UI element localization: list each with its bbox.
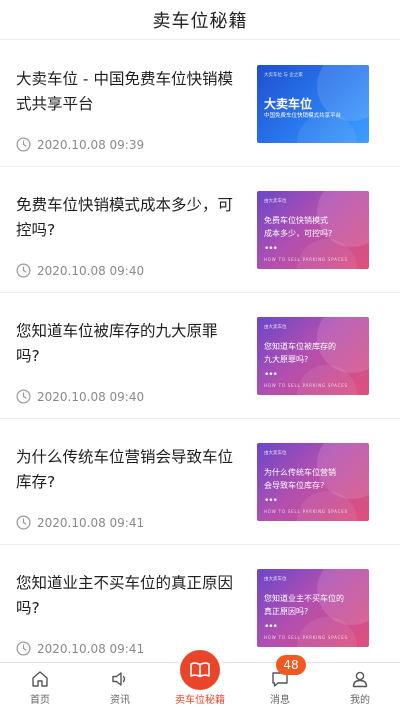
tab-home[interactable]: 首页 xyxy=(0,663,80,710)
app-header: 卖车位秘籍 xyxy=(0,0,400,40)
thumbnail-line-1: 为什么传统车位营销 xyxy=(264,468,336,477)
thumbnail-brand: 大卖车位 与 企之家 xyxy=(264,73,303,78)
article-item[interactable]: 您知道业主不买车位的真正原因吗? 2020.10.08 09:41 由大卖车位 … xyxy=(0,545,400,662)
clock-icon xyxy=(16,515,31,530)
article-title[interactable]: 为什么传统车位营销会导致车位库存? xyxy=(16,445,238,495)
article-list[interactable]: 大卖车位 - 中国免费车位快销模式共享平台 2020.10.08 09:39 大… xyxy=(0,41,400,662)
article-meta: 2020.10.08 09:41 xyxy=(16,515,144,530)
article-meta: 2020.10.08 09:40 xyxy=(16,389,144,404)
thumbnail-line-1: 免费车位快销模式 xyxy=(264,216,328,225)
bottom-tab-bar: 首页 资讯 卖车位秘籍 48 消息 我的 xyxy=(0,650,400,710)
article-title[interactable]: 免费车位快销模式成本多少，可控吗? xyxy=(16,193,238,243)
center-tab-button[interactable] xyxy=(180,650,220,690)
speaker-icon xyxy=(112,672,126,686)
article-thumbnail[interactable]: 由大卖车位 您知道车位被库存的 九大原罪吗? ••• HOW TO SELL P… xyxy=(257,317,369,395)
article-date: 2020.10.08 09:40 xyxy=(37,263,145,278)
tab-label: 卖车位秘籍 xyxy=(175,695,225,706)
thumbnail-line-2: 成本多少，可控吗? xyxy=(264,229,333,238)
home-icon xyxy=(32,671,48,687)
article-thumbnail[interactable]: 大卖车位 与 企之家 大卖车位 中国免费车位快销模式共享平台 xyxy=(257,65,369,143)
article-title[interactable]: 您知道车位被库存的九大原罪吗? xyxy=(16,319,238,369)
thumbnail-line-2: 真正原因吗? xyxy=(264,607,309,616)
thumbnail-dots: ••• xyxy=(264,496,278,506)
tab-profile[interactable]: 我的 xyxy=(320,663,400,710)
article-date: 2020.10.08 09:40 xyxy=(37,389,145,404)
clock-icon xyxy=(16,263,31,278)
tab-selling-guide[interactable]: 卖车位秘籍 xyxy=(160,650,240,710)
article-date: 2020.10.08 09:41 xyxy=(37,641,145,656)
article-thumbnail[interactable]: 由大卖车位 您知道业主不买车位的 真正原因吗? ••• HOW TO SELL … xyxy=(257,569,369,647)
thumbnail-brand: 由大卖车位 xyxy=(264,577,287,582)
book-icon xyxy=(190,662,210,678)
thumbnail-footer: HOW TO SELL PARKING SPACES xyxy=(264,257,348,262)
thumbnail-brand: 由大卖车位 xyxy=(264,451,287,456)
article-date: 2020.10.08 09:41 xyxy=(37,515,145,530)
article-item[interactable]: 您知道车位被库存的九大原罪吗? 2020.10.08 09:40 由大卖车位 您… xyxy=(0,293,400,419)
article-item[interactable]: 为什么传统车位营销会导致车位库存? 2020.10.08 09:41 由大卖车位… xyxy=(0,419,400,545)
thumbnail-footer: HOW TO SELL PARKING SPACES xyxy=(264,383,348,388)
tab-label: 消息 xyxy=(270,695,290,706)
article-date: 2020.10.08 09:39 xyxy=(37,137,145,152)
thumbnail-subtitle: 中国免费车位快销模式共享平台 xyxy=(264,113,342,119)
article-thumbnail[interactable]: 由大卖车位 为什么传统车位营销 会导致车位库存? ••• HOW TO SELL… xyxy=(257,443,369,521)
tab-label: 资讯 xyxy=(110,695,130,706)
article-thumbnail[interactable]: 由大卖车位 免费车位快销模式 成本多少，可控吗? ••• HOW TO SELL… xyxy=(257,191,369,269)
thumbnail-brand: 由大卖车位 xyxy=(264,199,287,204)
article-meta: 2020.10.08 09:41 xyxy=(16,641,144,656)
thumbnail-dots: ••• xyxy=(264,370,278,380)
article-title[interactable]: 大卖车位 - 中国免费车位快销模式共享平台 xyxy=(16,67,238,117)
article-item[interactable]: 大卖车位 - 中国免费车位快销模式共享平台 2020.10.08 09:39 大… xyxy=(0,41,400,167)
clock-icon xyxy=(16,389,31,404)
tab-news[interactable]: 资讯 xyxy=(80,663,160,710)
thumbnail-footer: HOW TO SELL PARKING SPACES xyxy=(264,509,348,514)
thumbnail-line-2: 会导致车位库存? xyxy=(264,481,325,490)
article-meta: 2020.10.08 09:39 xyxy=(16,137,144,152)
article-item[interactable]: 免费车位快销模式成本多少，可控吗? 2020.10.08 09:40 由大卖车位… xyxy=(0,167,400,293)
page-title: 卖车位秘籍 xyxy=(152,10,248,32)
thumbnail-footer: HOW TO SELL PARKING SPACES xyxy=(264,635,348,640)
clock-icon xyxy=(16,641,31,656)
tab-messages[interactable]: 48 消息 xyxy=(240,655,320,710)
clock-icon xyxy=(16,137,31,152)
article-title[interactable]: 您知道业主不买车位的真正原因吗? xyxy=(16,571,238,621)
thumbnail-line-1: 您知道车位被库存的 xyxy=(264,342,336,351)
tab-label: 首页 xyxy=(30,695,50,706)
thumbnail-headline: 大卖车位 xyxy=(264,97,313,111)
thumbnail-line-1: 您知道业主不买车位的 xyxy=(264,594,344,603)
thumbnail-dots: ••• xyxy=(264,244,278,254)
thumbnail-brand: 由大卖车位 xyxy=(264,325,287,330)
thumbnail-line-2: 九大原罪吗? xyxy=(264,355,309,364)
thumbnail-dots: ••• xyxy=(264,622,278,632)
tab-label: 我的 xyxy=(350,695,370,706)
article-meta: 2020.10.08 09:40 xyxy=(16,263,144,278)
unread-badge: 48 xyxy=(276,655,306,675)
user-icon xyxy=(352,671,368,688)
